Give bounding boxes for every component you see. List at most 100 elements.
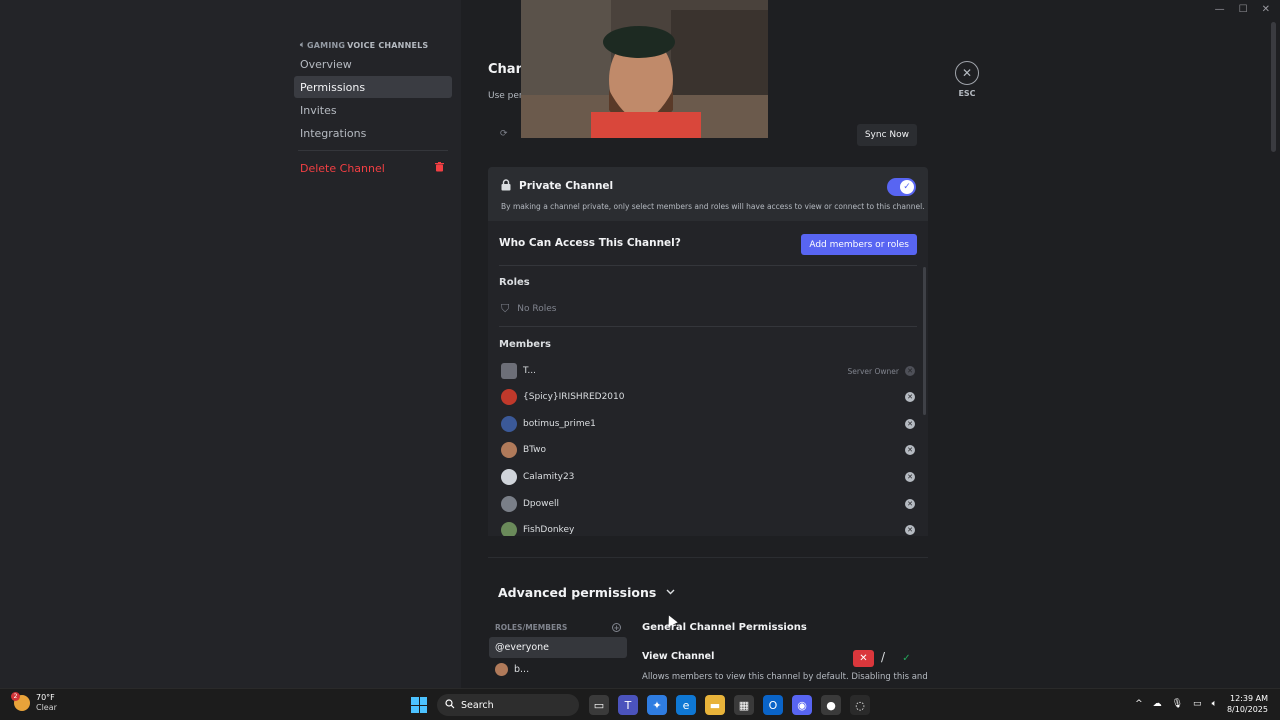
- sync-icon: ⟳: [500, 129, 508, 139]
- weather-text: 70°F Clear: [36, 693, 57, 713]
- private-channel-toggle[interactable]: ✓: [887, 178, 916, 196]
- teams-icon[interactable]: T: [618, 695, 638, 715]
- sidebar-item-invites[interactable]: Invites: [294, 99, 452, 121]
- member-name: {Spicy}IRISHRED2010: [523, 392, 625, 402]
- delete-channel-button[interactable]: Delete Channel: [294, 157, 452, 179]
- search-icon: [445, 698, 455, 712]
- minimize-button[interactable]: —: [1215, 4, 1225, 15]
- access-scrollbar[interactable]: [923, 267, 926, 415]
- member-row: Calamity23 ✕: [501, 468, 915, 486]
- permission-description: Allows members to view this channel by d…: [642, 672, 928, 682]
- member-row: Dpowell ✕: [501, 495, 915, 513]
- content-scrollbar[interactable]: [1271, 22, 1276, 152]
- advanced-divider: [488, 557, 928, 558]
- sidebar-item-overview[interactable]: Overview: [294, 53, 452, 75]
- task-view-icon[interactable]: ▭: [589, 695, 609, 715]
- weather-condition: Clear: [36, 703, 57, 712]
- discord-icon[interactable]: ◉: [792, 695, 812, 715]
- esc-button[interactable]: ✕ ESC: [955, 61, 979, 98]
- temperature: 70°F: [36, 693, 55, 702]
- window-controls: — ☐ ✕: [1215, 4, 1270, 15]
- taskbar-apps: ▭ T ✦ e ▬ ▦ O ◉ ● ◌: [589, 695, 870, 715]
- avatar: [501, 496, 517, 512]
- member-row: BTwo ✕: [501, 441, 915, 459]
- neutral-permission-button[interactable]: /: [881, 650, 885, 664]
- channel-access-card: Who Can Access This Channel? Add members…: [488, 221, 928, 536]
- esc-label: ESC: [958, 89, 976, 98]
- windows-start-icon[interactable]: [411, 697, 427, 713]
- clock-date: 8/10/2025: [1226, 705, 1268, 714]
- advanced-permissions-toggle[interactable]: Advanced permissions: [498, 585, 675, 600]
- remove-member-icon[interactable]: ✕: [905, 472, 915, 482]
- delete-channel-label: Delete Channel: [300, 161, 385, 175]
- role-item-everyone[interactable]: @everyone: [489, 637, 627, 658]
- check-icon: ✓: [900, 180, 914, 194]
- add-members-button[interactable]: Add members or roles: [801, 234, 917, 255]
- sync-now-button[interactable]: Sync Now: [856, 124, 917, 146]
- permission-name: View Channel: [642, 651, 715, 662]
- avatar: [501, 363, 517, 379]
- private-channel-title: Private Channel: [519, 180, 614, 192]
- taskbar-search[interactable]: Search: [437, 694, 579, 716]
- member-row: T... Server Owner ✕: [501, 362, 915, 380]
- copilot-icon[interactable]: ✦: [647, 695, 667, 715]
- network-icon[interactable]: ▭: [1193, 699, 1202, 709]
- private-channel-description: By making a channel private, only select…: [501, 202, 925, 211]
- weather-widget[interactable]: 2 70°F Clear: [11, 692, 57, 713]
- remove-member-icon[interactable]: ✕: [905, 445, 915, 455]
- member-name: Dpowell: [523, 499, 560, 509]
- members-label: Members: [499, 339, 551, 350]
- member-name: T...: [523, 366, 537, 376]
- volume-icon[interactable]: 🔈︎: [1212, 699, 1217, 709]
- roles-label: Roles: [499, 277, 530, 288]
- member-item[interactable]: b...: [489, 659, 627, 680]
- member-name: botimus_prime1: [523, 419, 596, 429]
- remove-member-icon: ✕: [905, 366, 915, 376]
- roles-members-label: ROLES/MEMBERS: [495, 623, 568, 632]
- webcam-image: [521, 0, 768, 138]
- server-owner-tag: Server Owner: [847, 366, 899, 376]
- access-heading: Who Can Access This Channel?: [499, 237, 681, 249]
- remove-member-icon[interactable]: ✕: [905, 499, 915, 509]
- access-divider: [499, 265, 917, 266]
- remove-member-icon[interactable]: ✕: [905, 525, 915, 535]
- sidebar-item-integrations[interactable]: Integrations: [294, 122, 452, 144]
- sidebar-item-permissions[interactable]: Permissions: [294, 76, 452, 98]
- lock-icon: [501, 179, 511, 194]
- sidebar-nav: 🔈︎ GAMING VOICE CHANNELS Overview Permis…: [294, 38, 452, 179]
- avatar: [501, 442, 517, 458]
- close-window-button[interactable]: ✕: [1262, 4, 1270, 15]
- maximize-button[interactable]: ☐: [1239, 4, 1248, 15]
- deny-permission-button[interactable]: ✕: [853, 650, 874, 667]
- avatar: [501, 469, 517, 485]
- edge-icon[interactable]: e: [676, 695, 696, 715]
- no-roles-text: No Roles: [517, 304, 557, 314]
- allow-permission-button[interactable]: ✓: [898, 650, 915, 667]
- member-row: botimus_prime1 ✕: [501, 415, 915, 433]
- roles-divider: [499, 326, 917, 327]
- advanced-permissions-title: Advanced permissions: [498, 585, 657, 600]
- avatar: [501, 416, 517, 432]
- shield-icon: ⛉: [501, 302, 510, 315]
- microphone-icon[interactable]: 🎙︎: [1172, 699, 1183, 709]
- channel-category: GAMING: [307, 40, 346, 50]
- search-label: Search: [461, 699, 494, 711]
- outlook-icon[interactable]: O: [763, 695, 783, 715]
- roles-members-header: ROLES/MEMBERS +: [495, 623, 621, 632]
- obs-icon[interactable]: ●: [821, 695, 841, 715]
- chevron-up-icon[interactable]: ^: [1135, 699, 1143, 709]
- speaker-icon: 🔈︎: [300, 40, 305, 49]
- remove-member-icon[interactable]: ✕: [905, 419, 915, 429]
- avatar: [501, 389, 517, 405]
- channel-group: VOICE CHANNELS: [347, 40, 429, 50]
- app-icon[interactable]: ◌: [850, 695, 870, 715]
- store-icon[interactable]: ▦: [734, 695, 754, 715]
- member-name: BTwo: [523, 445, 547, 455]
- remove-member-icon[interactable]: ✕: [905, 392, 915, 402]
- close-icon[interactable]: ✕: [955, 61, 979, 85]
- taskbar-clock[interactable]: 12:39 AM 8/10/2025: [1227, 693, 1268, 715]
- weather-badge: 2: [11, 692, 20, 701]
- cloud-icon[interactable]: ☁: [1153, 699, 1162, 709]
- add-role-icon[interactable]: +: [612, 623, 621, 632]
- file-explorer-icon[interactable]: ▬: [705, 695, 725, 715]
